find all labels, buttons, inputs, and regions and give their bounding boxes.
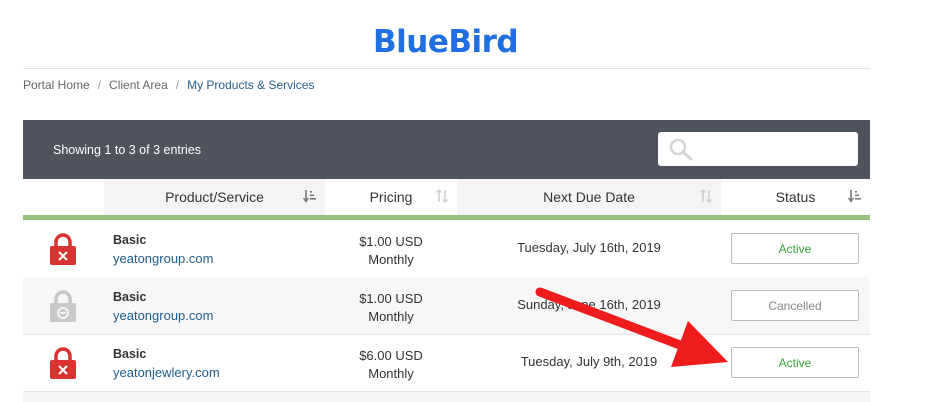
breadcrumb-portal-home[interactable]: Portal Home <box>23 78 90 92</box>
next-due-date: Sunday, June 16th, 2019 <box>517 297 661 312</box>
status-badge[interactable]: Cancelled <box>731 290 859 321</box>
search-icon <box>669 138 693 161</box>
sort-desc-icon <box>303 190 316 203</box>
product-domain[interactable]: yeatongroup.com <box>113 251 213 266</box>
product-name: Basic <box>113 290 147 304</box>
billing-cycle: Monthly <box>368 366 414 381</box>
product-name: Basic <box>113 347 147 361</box>
column-header-icon <box>23 179 104 220</box>
product-domain[interactable]: yeatonjewlery.com <box>113 365 220 380</box>
column-header-due-date[interactable]: Next Due Date <box>457 179 721 220</box>
status-badge[interactable]: Active <box>731 233 859 264</box>
next-due-date: Tuesday, July 16th, 2019 <box>517 240 661 255</box>
status-badge[interactable]: Active <box>731 347 859 378</box>
column-header-label: Next Due Date <box>543 189 635 205</box>
price-amount: $1.00 USD <box>359 291 423 306</box>
billing-cycle: Monthly <box>368 309 414 324</box>
next-due-date: Tuesday, July 9th, 2019 <box>520 354 658 369</box>
breadcrumb-current[interactable]: My Products & Services <box>187 78 314 92</box>
sort-icon <box>700 189 712 203</box>
pricing-cell: $1.00 USD Monthly <box>325 233 457 269</box>
header-divider <box>23 68 870 69</box>
column-header-pricing[interactable]: Pricing <box>325 179 457 220</box>
price-amount: $1.00 USD <box>359 234 423 249</box>
column-header-label: Product/Service <box>165 189 264 205</box>
search-input[interactable] <box>698 138 852 160</box>
pricing-cell: $6.00 USD Monthly <box>325 347 457 383</box>
entries-count: Showing 1 to 3 of 3 entries <box>53 143 202 157</box>
table-row[interactable]: Basic yeatonjewlery.com $6.00 USD Monthl… <box>23 334 870 392</box>
breadcrumb-separator: / <box>175 78 180 92</box>
column-header-label: Pricing <box>369 189 413 205</box>
search-box[interactable] <box>658 132 858 166</box>
breadcrumb: Portal Home / Client Area / My Products & Se… <box>23 78 314 92</box>
price-amount: $6.00 USD <box>359 348 423 363</box>
lock-red-icon <box>50 233 76 265</box>
brand-logo[interactable]: BlueBird <box>373 24 519 60</box>
product-domain[interactable]: yeatongroup.com <box>113 308 213 323</box>
table-header: Product/Service Pricing Next Due Date St… <box>23 179 870 220</box>
table-row[interactable]: Basic yeatongroup.com $1.00 USD Monthly … <box>23 220 870 278</box>
lock-grey-icon <box>50 290 76 322</box>
sort-icon <box>436 189 448 203</box>
product-name: Basic <box>113 233 147 247</box>
sort-desc-icon <box>848 190 861 203</box>
billing-cycle: Monthly <box>368 252 414 267</box>
table-toolbar: Showing 1 to 3 of 3 entries <box>23 120 870 179</box>
column-header-status[interactable]: Status <box>721 179 870 220</box>
breadcrumb-client-area[interactable]: Client Area <box>109 78 168 92</box>
column-header-label: Status <box>775 189 816 205</box>
pricing-cell: $1.00 USD Monthly <box>325 290 457 326</box>
lock-red-icon <box>50 347 76 379</box>
breadcrumb-separator: / <box>97 78 102 92</box>
table-row[interactable]: Basic yeatongroup.com $1.00 USD Monthly … <box>23 277 870 335</box>
column-header-product[interactable]: Product/Service <box>104 179 325 220</box>
table-footer-strip <box>23 392 870 402</box>
